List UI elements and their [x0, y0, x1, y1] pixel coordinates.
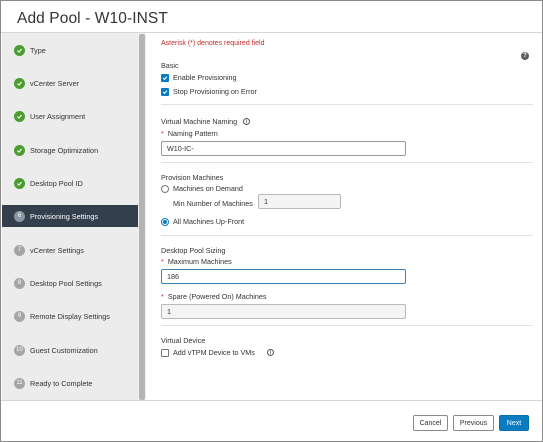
required-star: *	[161, 257, 164, 266]
step-vcenter-settings[interactable]: 7 vCenter Settings	[2, 239, 138, 261]
maximum-machines-label-row: * Maximum Machines	[161, 257, 232, 266]
step-desktop-pool-id[interactable]: Desktop Pool ID	[2, 172, 138, 194]
step-desktop-pool-settings[interactable]: 8 Desktop Pool Settings	[2, 272, 138, 294]
dialog-title: Add Pool - W10-INST	[17, 10, 168, 27]
desktop-pool-sizing-heading: Desktop Pool Sizing	[161, 246, 226, 255]
step-user-assignment[interactable]: User Assignment	[2, 105, 138, 127]
step-number: 7	[14, 244, 25, 256]
step-number: 8	[14, 277, 25, 289]
all-machines-upfront-option[interactable]: All Machines Up-Front	[161, 217, 244, 226]
step-label: Desktop Pool ID	[30, 178, 83, 188]
step-label: Type	[30, 45, 46, 55]
required-star: *	[161, 292, 164, 301]
section-divider	[161, 104, 533, 105]
help-icon[interactable]: ?	[521, 52, 529, 60]
step-label: Provisioning Settings	[30, 211, 99, 221]
step-label: Desktop Pool Settings	[30, 278, 102, 288]
section-divider	[161, 325, 533, 326]
step-remote-display-settings[interactable]: 9 Remote Display Settings	[2, 305, 138, 327]
vtpm-label: Add vTPM Device to VMs	[173, 348, 255, 357]
vm-naming-heading-row: Virtual Machine Naming i	[161, 117, 251, 126]
enable-provisioning-option[interactable]: Enable Provisioning	[161, 73, 237, 82]
step-label: User Assignment	[30, 111, 86, 121]
machines-on-demand-radio[interactable]	[161, 184, 169, 193]
required-field-note: Asterisk (*) denotes required field	[161, 40, 265, 47]
next-button[interactable]: Next	[499, 415, 529, 431]
cancel-button[interactable]: Cancel	[413, 415, 448, 431]
vtpm-checkbox[interactable]	[161, 348, 169, 357]
spare-machines-label: Spare (Powered On) Machines	[167, 292, 267, 301]
enable-provisioning-label: Enable Provisioning	[173, 73, 237, 82]
section-divider	[161, 235, 533, 236]
min-machines-label: Min Number of Machines	[173, 199, 253, 208]
step-provisioning-settings[interactable]: 6 Provisioning Settings	[2, 205, 138, 227]
section-divider	[161, 162, 533, 163]
wizard-sidebar: Type vCenter Server User Assignment Stor…	[2, 33, 138, 400]
naming-pattern-label: Naming Pattern	[167, 129, 218, 138]
stop-on-error-option[interactable]: Stop Provisioning on Error	[161, 87, 257, 96]
machines-on-demand-label: Machines on Demand	[173, 184, 243, 193]
naming-pattern-label-row: * Naming Pattern	[161, 129, 218, 138]
provisioning-settings-form: Asterisk (*) denotes required field ? Ba…	[161, 33, 533, 400]
basic-heading: Basic	[161, 61, 179, 70]
step-label: Guest Customization	[30, 345, 98, 355]
naming-pattern-input[interactable]: W10-IC-	[161, 141, 406, 156]
min-machines-input[interactable]: 1	[258, 194, 341, 209]
maximum-machines-input[interactable]: 186	[161, 269, 406, 284]
all-machines-upfront-radio[interactable]	[161, 217, 169, 226]
sidebar-scrollbar-thumb[interactable]	[139, 34, 145, 400]
vtpm-option[interactable]: Add vTPM Device to VMs i	[161, 348, 274, 357]
step-label: vCenter Server	[30, 78, 80, 88]
step-storage-optimization[interactable]: Storage Optimization	[2, 139, 138, 161]
maximum-machines-label: Maximum Machines	[167, 257, 232, 266]
provision-machines-heading: Provision Machines	[161, 173, 224, 182]
vm-naming-heading: Virtual Machine Naming	[161, 117, 238, 126]
spare-machines-input[interactable]: 1	[161, 304, 406, 319]
step-number: 6	[14, 210, 25, 222]
step-label: Remote Display Settings	[30, 311, 110, 321]
machines-on-demand-option[interactable]: Machines on Demand	[161, 184, 243, 193]
step-ready-to-complete[interactable]: 11 Ready to Complete	[2, 372, 138, 394]
step-label: vCenter Settings	[30, 245, 84, 255]
stop-on-error-label: Stop Provisioning on Error	[173, 87, 257, 96]
virtual-device-heading: Virtual Device	[161, 336, 206, 345]
info-icon[interactable]: i	[266, 349, 274, 356]
check-icon	[14, 77, 25, 89]
step-number: 11	[14, 377, 25, 389]
step-number: 9	[14, 310, 25, 322]
step-label: Storage Optimization	[30, 145, 99, 155]
all-machines-upfront-label: All Machines Up-Front	[173, 217, 245, 226]
enable-provisioning-checkbox[interactable]	[161, 73, 169, 82]
spare-machines-label-row: * Spare (Powered On) Machines	[161, 292, 267, 301]
check-icon	[14, 177, 25, 189]
stop-on-error-checkbox[interactable]	[161, 87, 169, 96]
required-star: *	[161, 129, 164, 138]
check-icon	[14, 144, 25, 156]
add-pool-dialog: Add Pool - W10-INST Type vCenter Server …	[0, 0, 543, 442]
step-number: 10	[14, 344, 25, 356]
footer-divider	[1, 400, 542, 401]
step-label: Ready to Complete	[30, 378, 93, 388]
previous-button[interactable]: Previous	[453, 415, 494, 431]
check-icon	[14, 44, 25, 56]
info-icon[interactable]: i	[243, 118, 251, 125]
check-icon	[14, 110, 25, 122]
step-guest-customization[interactable]: 10 Guest Customization	[2, 339, 138, 361]
step-type[interactable]: Type	[2, 39, 138, 61]
step-vcenter-server[interactable]: vCenter Server	[2, 72, 138, 94]
